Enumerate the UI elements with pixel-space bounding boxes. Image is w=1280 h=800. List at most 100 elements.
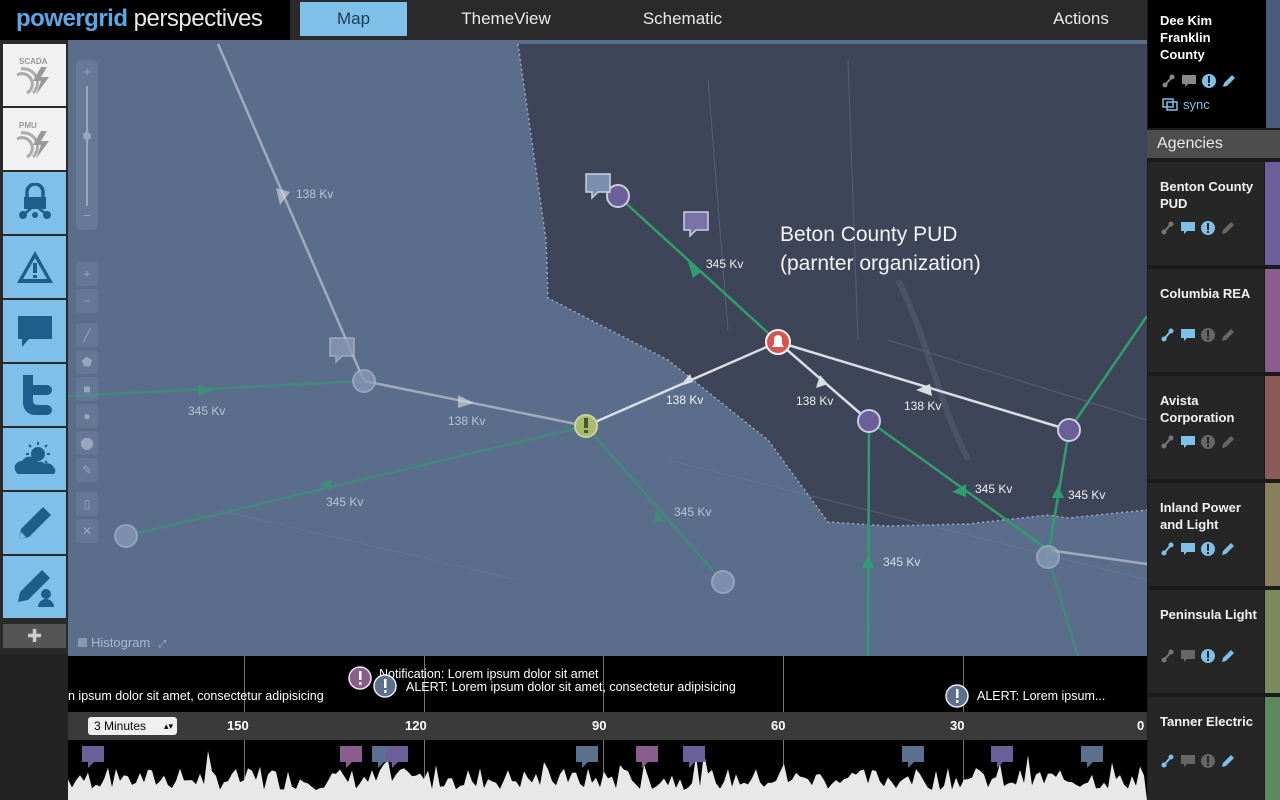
comments-tool[interactable] (3, 300, 66, 362)
agency-columbia[interactable]: Columbia REA (1148, 269, 1264, 372)
network-icon[interactable] (1160, 220, 1176, 236)
secure-network-tool[interactable] (3, 172, 66, 234)
zoom-track (86, 86, 88, 206)
zoom-in-small[interactable]: + (76, 64, 98, 79)
draw-rectangle-icon[interactable]: ■ (76, 377, 98, 401)
agency-inland[interactable]: Inland Power and Light (1148, 483, 1264, 586)
timeline-panel: Notification: Lorem ipsum dolor sit amet… (68, 656, 1147, 800)
tick-label: 90 (592, 718, 607, 733)
edit-icon[interactable] (1221, 73, 1237, 89)
agency-peninsula[interactable]: Peninsula Light (1148, 590, 1264, 693)
zoom-out-small[interactable]: − (76, 208, 98, 223)
warning-tool[interactable] (3, 236, 66, 298)
zoom-slider[interactable]: + − (76, 60, 98, 230)
edit-icon[interactable] (1220, 434, 1236, 450)
line-label: 138 Kv (666, 393, 704, 407)
network-icon[interactable] (1161, 73, 1177, 89)
comment-icon[interactable] (1180, 541, 1196, 557)
edit-icon[interactable] (1220, 753, 1236, 769)
pmu-tool[interactable]: PMU (3, 108, 66, 170)
comment-icon[interactable] (1180, 648, 1196, 664)
notification-icon[interactable] (348, 666, 372, 690)
actions-menu[interactable]: Actions (1050, 2, 1112, 36)
tick-label: 0 (1137, 718, 1145, 733)
alert-icon[interactable] (1200, 220, 1216, 236)
network-icon[interactable] (1160, 541, 1176, 557)
alert-icon[interactable] (373, 674, 397, 698)
network-icon[interactable] (1160, 327, 1176, 343)
marker-icon[interactable]: ⬤ (76, 431, 98, 455)
network-icon[interactable] (1160, 434, 1176, 450)
network-icon[interactable] (1160, 753, 1176, 769)
agencies-heading: Agencies (1147, 130, 1280, 158)
draw-line-icon[interactable]: ╱ (76, 323, 98, 347)
alert-icon[interactable] (1200, 753, 1216, 769)
add-tool-button[interactable]: ✚ (3, 624, 66, 648)
alert-text[interactable]: ALERT: Lorem ipsum dolor sit amet, conse… (406, 680, 736, 694)
zoom-in-button[interactable]: + (76, 262, 98, 286)
comment-icon[interactable] (1181, 73, 1197, 89)
network-icon[interactable] (1160, 648, 1176, 664)
scada-tool[interactable]: SCADA (3, 44, 66, 106)
edit-icon[interactable] (1220, 220, 1236, 236)
alert-icon[interactable] (1200, 648, 1216, 664)
close-icon[interactable]: ✕ (76, 519, 98, 543)
lock-network-icon (18, 183, 51, 219)
map-draw-tools: + − ╱ ⬟ ■ ● ⬤ ✎ ▯ ✕ (76, 262, 98, 546)
agency-color-stripe (1265, 697, 1280, 800)
scrolling-alert-text[interactable]: n ipsum dolor sit amet, consectetur adip… (68, 689, 324, 703)
zoom-handle[interactable] (83, 132, 91, 140)
alert-icon[interactable] (1200, 541, 1216, 557)
interval-select[interactable]: 3 Minutes ▴▾ (88, 717, 177, 735)
user-edit-tool[interactable] (3, 556, 66, 618)
line-label: 345 Kv (706, 257, 744, 271)
weather-icon (14, 442, 55, 474)
agency-avista[interactable]: Avista Corporation (1148, 376, 1264, 479)
comment-icon[interactable] (1180, 220, 1196, 236)
tab-map[interactable]: Map (300, 2, 407, 36)
logo-bar: powergrid perspectives (0, 0, 290, 40)
comment-icon[interactable] (1180, 327, 1196, 343)
weather-tool[interactable] (3, 428, 66, 490)
agency-color-stripe (1265, 590, 1280, 693)
agency-tanner[interactable]: Tanner Electric (1148, 697, 1264, 800)
app-logo[interactable]: powergrid perspectives (16, 5, 263, 33)
twitter-icon (22, 375, 52, 415)
histogram-checkbox[interactable] (78, 638, 87, 647)
line-label: 345 Kv (883, 555, 921, 569)
alert-icon[interactable] (1200, 434, 1216, 450)
expand-icon[interactable]: ⤢ (158, 639, 166, 650)
map-canvas (68, 43, 1147, 656)
alert-icon[interactable] (945, 684, 969, 708)
draw-polygon-icon[interactable]: ⬟ (76, 350, 98, 374)
draw-circle-icon[interactable]: ● (76, 404, 98, 428)
svg-text:PMU: PMU (19, 121, 37, 130)
line-label: 345 Kv (674, 505, 712, 519)
user-stripe (1266, 0, 1280, 128)
line-label: 138 Kv (448, 414, 486, 428)
twitter-tool[interactable] (3, 364, 66, 426)
alert-icon[interactable] (1200, 327, 1216, 343)
alert-text[interactable]: ALERT: Lorem ipsum... (977, 689, 1105, 703)
zoom-out-button[interactable]: − (76, 289, 98, 313)
notification-text[interactable]: Notification: Lorem ipsum dolor sit amet (379, 667, 599, 681)
comment-icon[interactable] (1180, 434, 1196, 450)
edit-icon[interactable] (1220, 648, 1236, 664)
trash-icon[interactable]: ▯ (76, 492, 98, 516)
tick-label: 60 (771, 718, 786, 733)
line-label: 345 Kv (975, 482, 1013, 496)
sync-button[interactable]: sync (1162, 97, 1210, 112)
edit-icon[interactable]: ✎ (76, 458, 98, 482)
alert-icon[interactable] (1201, 73, 1217, 89)
edit-icon[interactable] (1220, 327, 1236, 343)
tab-themeview[interactable]: ThemeView (450, 2, 562, 36)
tab-schematic[interactable]: Schematic (630, 2, 735, 36)
histogram-markers (82, 746, 1103, 768)
comment-icon[interactable] (1180, 753, 1196, 769)
map-view[interactable]: 138 Kv 138 Kv 138 Kv 138 Kv 138 Kv 345 K… (68, 40, 1147, 656)
histogram-toggle[interactable]: Histogram ⤢ (78, 635, 166, 650)
agency-benton[interactable]: Benton County PUD (1148, 162, 1264, 265)
draw-tool[interactable] (3, 492, 66, 554)
edit-icon[interactable] (1220, 541, 1236, 557)
activity-histogram[interactable] (68, 740, 1147, 800)
